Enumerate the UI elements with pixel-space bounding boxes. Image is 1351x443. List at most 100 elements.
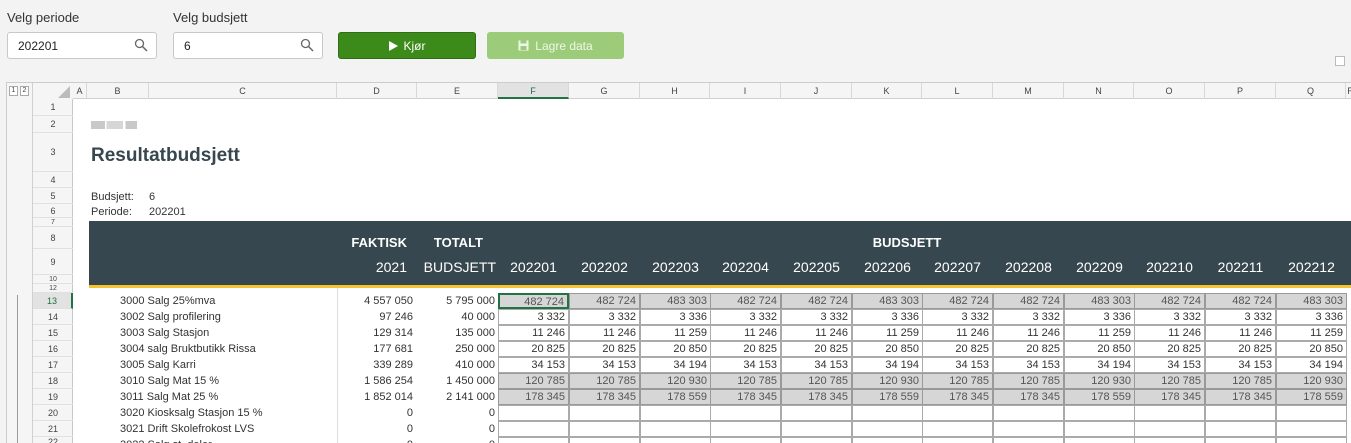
column-header-a[interactable]: A: [73, 83, 87, 99]
budget-input-cell[interactable]: 120 930: [1064, 373, 1135, 389]
column-header-l[interactable]: L: [922, 83, 993, 99]
budget-input-cell[interactable]: [1064, 437, 1135, 443]
row-number[interactable]: 1: [33, 99, 73, 116]
column-header-j[interactable]: J: [781, 83, 852, 99]
budget-input-cell[interactable]: [1064, 421, 1135, 437]
outline-level-1-button[interactable]: 1: [9, 86, 18, 96]
period-input[interactable]: 202201: [7, 32, 157, 59]
budget-input-cell[interactable]: [993, 405, 1064, 421]
row-number[interactable]: 21: [33, 421, 73, 437]
row-number[interactable]: 12: [33, 284, 73, 293]
row-number[interactable]: 15: [33, 325, 73, 341]
budget-input-cell[interactable]: 3 332: [993, 309, 1064, 325]
budget-input-cell[interactable]: 34 153: [710, 357, 781, 373]
budget-input-cell[interactable]: 3 332: [781, 309, 852, 325]
budget-input-cell[interactable]: 482 724: [1205, 293, 1276, 309]
budget-input-cell[interactable]: [852, 405, 923, 421]
column-header-r[interactable]: R: [1346, 83, 1351, 99]
budget-input-cell[interactable]: 11 246: [922, 325, 993, 341]
budget-input-cell[interactable]: 20 850: [1064, 341, 1135, 357]
column-header-m[interactable]: M: [993, 83, 1064, 99]
budget-input-cell[interactable]: 11 259: [1064, 325, 1135, 341]
row-number[interactable]: 18: [33, 373, 73, 389]
row-number[interactable]: 4: [33, 172, 73, 188]
budget-input-cell[interactable]: 11 259: [852, 325, 923, 341]
budget-input-cell[interactable]: 178 559: [1064, 389, 1135, 405]
budget-input-cell[interactable]: [1205, 421, 1276, 437]
budget-input-cell[interactable]: 34 194: [852, 357, 923, 373]
budget-input-cell[interactable]: [498, 437, 569, 443]
budget-input-cell[interactable]: [993, 421, 1064, 437]
row-number[interactable]: 14: [33, 309, 73, 325]
budget-input-cell[interactable]: [569, 437, 640, 443]
budget-input-cell[interactable]: 20 825: [781, 341, 852, 357]
column-header-q[interactable]: Q: [1276, 83, 1346, 99]
budget-input-cell[interactable]: [640, 421, 711, 437]
budget-input-cell[interactable]: 482 724: [922, 293, 993, 309]
outline-group-bracket[interactable]: [17, 295, 21, 443]
budget-input-cell[interactable]: 3 332: [569, 309, 640, 325]
budget-input-cell[interactable]: 120 785: [498, 373, 569, 389]
budget-input-cell[interactable]: [640, 437, 711, 443]
row-number[interactable]: 17: [33, 357, 73, 373]
budget-input-cell[interactable]: 34 194: [1276, 357, 1347, 373]
run-button[interactable]: Kjør: [338, 32, 476, 59]
budget-input-cell[interactable]: 3 332: [710, 309, 781, 325]
column-header-b[interactable]: B: [87, 83, 149, 99]
budget-input-cell[interactable]: 483 303: [1276, 293, 1347, 309]
budget-input-cell[interactable]: 34 153: [498, 357, 569, 373]
budget-input-cell[interactable]: [1205, 437, 1276, 443]
budget-input-cell[interactable]: [922, 437, 993, 443]
budget-input-cell[interactable]: [1064, 405, 1135, 421]
budget-input-cell[interactable]: 11 246: [569, 325, 640, 341]
row-number[interactable]: 8: [33, 227, 73, 249]
budget-input-cell[interactable]: 20 825: [1205, 341, 1276, 357]
column-header-g[interactable]: G: [569, 83, 640, 99]
budget-input-cell[interactable]: 178 559: [640, 389, 711, 405]
column-header-n[interactable]: N: [1064, 83, 1134, 99]
budget-input-cell[interactable]: 20 825: [710, 341, 781, 357]
budget-input-cell[interactable]: 482 724: [993, 293, 1064, 309]
column-header-h[interactable]: H: [640, 83, 710, 99]
budget-input-cell[interactable]: 3 332: [1205, 309, 1276, 325]
budget-input-cell[interactable]: [710, 405, 781, 421]
budget-input-cell[interactable]: 482 724: [710, 293, 781, 309]
spreadsheet[interactable]: A B C D E F G H I J K L M N O P Q R 1 2 …: [6, 82, 1351, 443]
budget-input-cell[interactable]: 3 332: [1134, 309, 1205, 325]
budget-input-cell[interactable]: 20 825: [922, 341, 993, 357]
budget-input-cell[interactable]: [569, 421, 640, 437]
search-icon[interactable]: [300, 38, 314, 52]
budget-input-cell[interactable]: [1276, 421, 1347, 437]
budget-input-cell[interactable]: 178 345: [710, 389, 781, 405]
column-header-p[interactable]: P: [1205, 83, 1276, 99]
budget-input-cell[interactable]: 11 246: [710, 325, 781, 341]
budget-input-cell[interactable]: [1205, 405, 1276, 421]
budget-input-cell[interactable]: 20 825: [569, 341, 640, 357]
budget-input-cell[interactable]: [852, 437, 923, 443]
budget-input-cell[interactable]: 120 785: [710, 373, 781, 389]
row-number[interactable]: 3: [33, 133, 73, 172]
budget-input-cell[interactable]: 483 303: [1064, 293, 1135, 309]
budget-input-cell[interactable]: 20 850: [1276, 341, 1347, 357]
budget-input-cell[interactable]: [498, 421, 569, 437]
budget-input-cell[interactable]: 34 153: [781, 357, 852, 373]
budget-input-cell[interactable]: 483 303: [640, 293, 711, 309]
row-number[interactable]: 2: [33, 116, 73, 133]
budget-input-cell[interactable]: [781, 421, 852, 437]
save-data-button[interactable]: Lagre data: [487, 32, 624, 59]
budget-input-cell[interactable]: 120 785: [1205, 373, 1276, 389]
budget-input-cell[interactable]: 34 194: [640, 357, 711, 373]
budget-input-cell[interactable]: 178 345: [1205, 389, 1276, 405]
budget-input-cell[interactable]: 482 724: [498, 293, 569, 309]
budget-input-cell[interactable]: 3 332: [922, 309, 993, 325]
budget-input-cell[interactable]: 34 153: [922, 357, 993, 373]
expand-corner-icon[interactable]: [1335, 56, 1345, 66]
budget-input-cell[interactable]: 482 724: [781, 293, 852, 309]
row-number[interactable]: 9: [33, 249, 73, 275]
budget-input-cell[interactable]: [498, 405, 569, 421]
row-number[interactable]: 13: [33, 293, 73, 309]
budget-input-cell[interactable]: 20 825: [1134, 341, 1205, 357]
row-number[interactable]: 22: [33, 437, 73, 443]
column-header-e[interactable]: E: [417, 83, 498, 99]
budget-input-cell[interactable]: 11 246: [993, 325, 1064, 341]
